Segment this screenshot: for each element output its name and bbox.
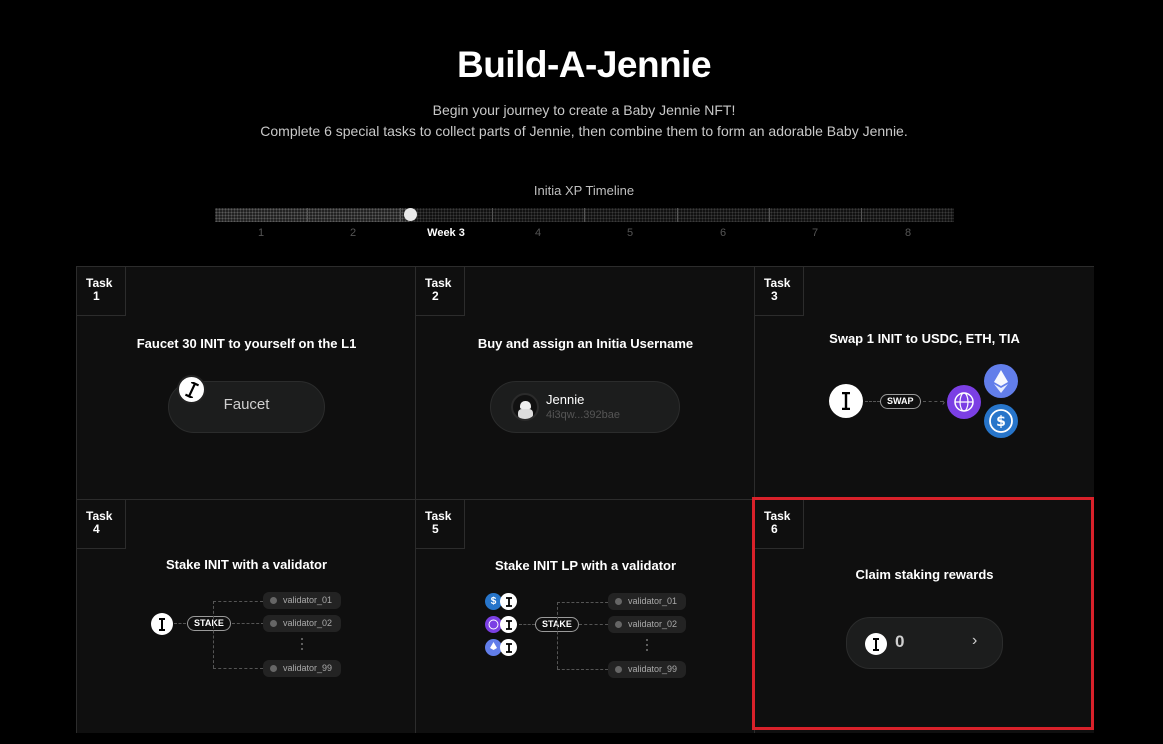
- connector-line: [557, 669, 608, 670]
- svg-text:$: $: [996, 414, 1006, 430]
- username-label: Jennie: [546, 392, 585, 407]
- task-card-3: Task 3 Swap 1 INIT to USDC, ETH, TIA SWAP…: [755, 267, 1094, 500]
- task-tag: Task 3: [755, 267, 804, 316]
- timeline-week-label: 7: [811, 227, 819, 239]
- arrow-icon: ›: [942, 397, 945, 407]
- timeline-week-label: 8: [904, 227, 912, 239]
- init-token-icon: [829, 384, 863, 418]
- timeline-title: Initia XP Timeline: [533, 183, 635, 198]
- connector-line: [174, 623, 186, 624]
- connector-line: [865, 401, 880, 402]
- timeline-separator: [584, 208, 585, 222]
- task-card-2: Task 2 Buy and assign an Initia Username …: [416, 267, 755, 500]
- timeline-week-label: 6: [719, 227, 727, 239]
- swap-badge: SWAP: [880, 394, 921, 409]
- timeline-knob[interactable]: [404, 208, 417, 221]
- page-subtitle-line-1: Begin your journey to create a Baby Jenn…: [432, 102, 736, 118]
- validator-item: validator_01: [263, 592, 341, 609]
- timeline-week-label: 1: [257, 227, 265, 239]
- task-title: Stake INIT LP with a validator: [494, 558, 677, 573]
- validator-item: validator_99: [263, 660, 341, 677]
- timeline-week-label-current: Week 3: [427, 227, 465, 239]
- task-title: Stake INIT with a validator: [165, 557, 328, 572]
- avatar: [511, 393, 539, 421]
- timeline-week-label: 5: [626, 227, 634, 239]
- timeline-separator: [677, 208, 678, 222]
- page-title: Build-A-Jennie: [456, 44, 712, 85]
- page-subtitle-line-2: Complete 6 special tasks to collect part…: [260, 123, 908, 139]
- init-token-icon: [151, 613, 173, 635]
- task-card-1: Task 1 Faucet 30 INIT to yourself on the …: [77, 267, 416, 500]
- task-tag: Task 1: [77, 267, 126, 316]
- connector-line: [579, 624, 608, 625]
- timeline-separator: [400, 208, 401, 222]
- timeline-week-label: 2: [349, 227, 357, 239]
- timeline-separator: [492, 208, 493, 222]
- task-tag: Task 2: [416, 267, 465, 316]
- ellipsis-dots: [301, 638, 304, 653]
- ellipsis-dots: [646, 639, 649, 654]
- connector-line: [923, 401, 943, 402]
- timeline-week-label: 4: [534, 227, 542, 239]
- stake-badge: STAKE: [187, 616, 231, 631]
- init-token-icon: [500, 616, 517, 633]
- task-6-highlight: [752, 497, 1094, 730]
- task-card-5: Task 5 Stake INIT LP with a validator $ S…: [416, 500, 755, 733]
- username-card: Jennie 4i3qw...392bae: [490, 381, 680, 433]
- validator-item: validator_02: [608, 616, 686, 633]
- task-tag: Task 4: [77, 500, 126, 549]
- validator-item: validator_99: [608, 661, 686, 678]
- init-token-icon: [500, 639, 517, 656]
- task-title: Faucet 30 INIT to yourself on the L1: [136, 336, 357, 351]
- connector-line: [213, 601, 214, 668]
- init-token-icon: [500, 593, 517, 610]
- validator-item: validator_01: [608, 593, 686, 610]
- task-tag: Task 5: [416, 500, 465, 549]
- task-title: Swap 1 INIT to USDC, ETH, TIA: [829, 331, 1020, 346]
- timeline-separator: [861, 208, 862, 222]
- validator-item: validator_02: [263, 615, 341, 632]
- timeline-progress-fill: [215, 208, 410, 222]
- connector-line: [213, 668, 263, 669]
- task-title: Buy and assign an Initia Username: [477, 336, 694, 351]
- init-token-icon: [177, 375, 206, 404]
- eth-token-icon: [984, 364, 1018, 398]
- address-label: 4i3qw...392bae: [546, 409, 621, 421]
- connector-line: [213, 601, 263, 602]
- timeline-separator: [307, 208, 308, 222]
- connector-line: [557, 602, 608, 603]
- usdc-token-icon: $: [984, 404, 1018, 438]
- connector-line: [557, 602, 558, 669]
- tia-token-icon: [947, 385, 981, 419]
- timeline-separator: [769, 208, 770, 222]
- connector-line: [519, 624, 535, 625]
- connector-line: [232, 623, 264, 624]
- task-card-4: Task 4 Stake INIT with a validator STAKE …: [77, 500, 416, 733]
